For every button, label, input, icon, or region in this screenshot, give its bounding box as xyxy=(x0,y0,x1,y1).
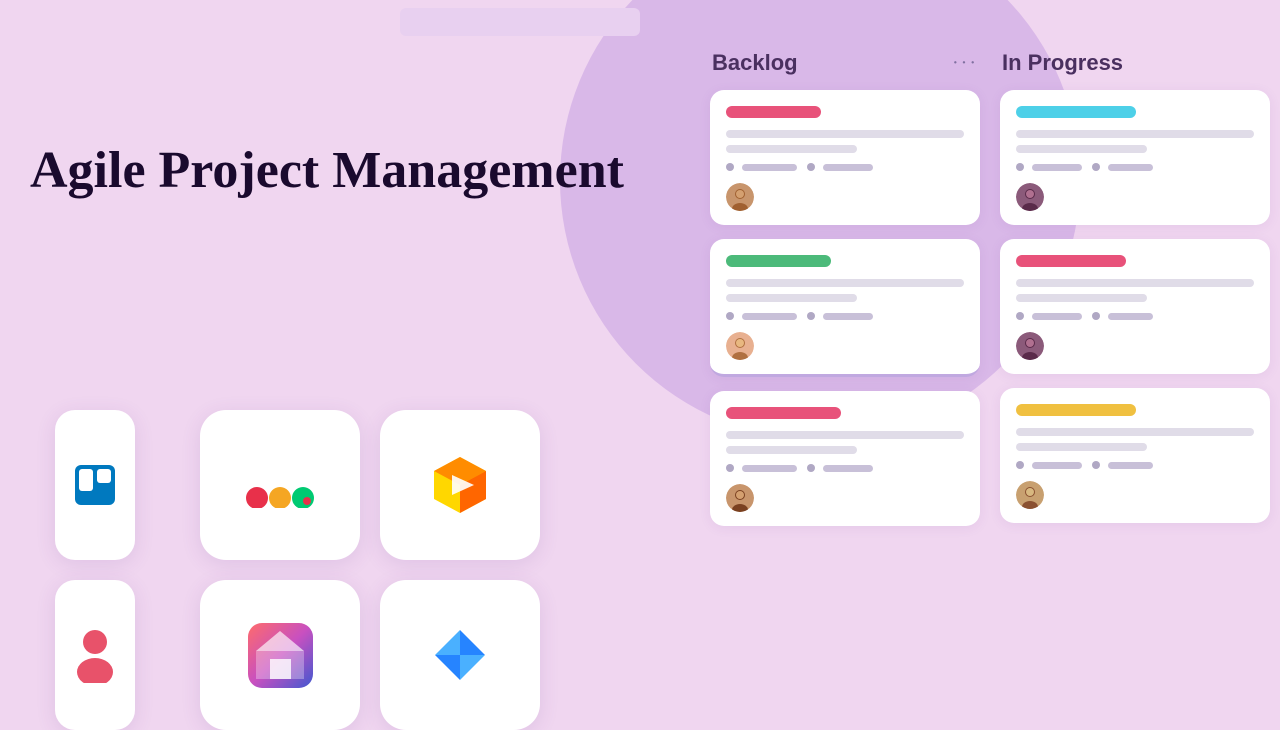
card-badges xyxy=(1016,312,1254,320)
backlog-header: Backlog ··· xyxy=(710,50,980,76)
card-line xyxy=(1016,279,1254,287)
badge-dot xyxy=(1016,312,1024,320)
card-line xyxy=(1016,443,1147,451)
box-app-card[interactable] xyxy=(380,410,540,560)
badge-text xyxy=(1108,462,1153,469)
badge-dot xyxy=(807,312,815,320)
card-footer xyxy=(726,332,964,360)
backlog-card-3[interactable] xyxy=(710,391,980,526)
inprogress-header: In Progress xyxy=(1000,50,1270,76)
card-line xyxy=(726,145,857,153)
badge-text xyxy=(742,164,797,171)
card-footer xyxy=(1016,332,1254,360)
person-app-card[interactable] xyxy=(55,580,135,730)
card-badges xyxy=(726,464,964,472)
trello-app-card[interactable] xyxy=(55,410,135,560)
person-icon xyxy=(73,628,118,683)
badge-dot xyxy=(1092,461,1100,469)
trello-icon xyxy=(75,465,115,505)
card-line xyxy=(726,294,857,302)
avatar xyxy=(1016,332,1044,360)
avatar xyxy=(726,183,754,211)
backlog-menu[interactable]: ··· xyxy=(952,52,978,75)
card-footer xyxy=(726,183,964,211)
badge-text xyxy=(823,313,873,320)
avatar xyxy=(1016,183,1044,211)
notion-icon xyxy=(248,623,313,688)
jira-icon xyxy=(430,625,490,685)
badge-text xyxy=(742,313,797,320)
card-badges xyxy=(726,312,964,320)
avatar xyxy=(1016,481,1044,509)
box-icon xyxy=(428,453,493,518)
badge-text xyxy=(742,465,797,472)
badge-text xyxy=(1032,313,1082,320)
card-line xyxy=(1016,145,1147,153)
card-line xyxy=(726,431,964,439)
card-line xyxy=(726,279,964,287)
badge-text xyxy=(1032,462,1082,469)
badge-dot xyxy=(726,312,734,320)
notion-app-card[interactable] xyxy=(200,580,360,730)
badge-dot xyxy=(1092,163,1100,171)
inprogress-card-2[interactable] xyxy=(1000,239,1270,374)
badge-dot xyxy=(1016,461,1024,469)
badge-text xyxy=(823,465,873,472)
badge-dot xyxy=(1092,312,1100,320)
inprogress-card-1[interactable] xyxy=(1000,90,1270,225)
monday-app-card[interactable] xyxy=(200,410,360,560)
card-tag xyxy=(726,255,831,267)
card-tag xyxy=(1016,404,1136,416)
backlog-card-1[interactable] xyxy=(710,90,980,225)
card-line xyxy=(1016,130,1254,138)
badge-dot xyxy=(726,464,734,472)
backlog-card-2[interactable] xyxy=(710,239,980,377)
card-tag xyxy=(1016,106,1136,118)
card-footer xyxy=(1016,183,1254,211)
search-bar[interactable] xyxy=(400,8,640,36)
card-footer xyxy=(726,484,964,512)
backlog-title: Backlog xyxy=(712,50,798,76)
card-tag xyxy=(1016,255,1126,267)
backlog-column: Backlog ··· xyxy=(700,50,990,730)
card-badges xyxy=(1016,461,1254,469)
card-line xyxy=(726,446,857,454)
badge-dot xyxy=(726,163,734,171)
card-tag xyxy=(726,407,841,419)
badge-dot xyxy=(807,163,815,171)
avatar xyxy=(726,332,754,360)
badge-text xyxy=(1108,164,1153,171)
badge-text xyxy=(1108,313,1153,320)
card-badges xyxy=(1016,163,1254,171)
jira-app-card[interactable] xyxy=(380,580,540,730)
badge-dot xyxy=(1016,163,1024,171)
badge-text xyxy=(1032,164,1082,171)
avatar xyxy=(726,484,754,512)
inprogress-title: In Progress xyxy=(1002,50,1123,76)
badge-text xyxy=(823,164,873,171)
card-badges xyxy=(726,163,964,171)
card-tag xyxy=(726,106,821,118)
card-line xyxy=(726,130,964,138)
page-title: Agile Project Management xyxy=(30,140,624,202)
card-line xyxy=(1016,428,1254,436)
card-footer xyxy=(1016,481,1254,509)
kanban-board: Backlog ··· xyxy=(700,50,1280,730)
card-line xyxy=(1016,294,1147,302)
monday-icon xyxy=(245,463,315,508)
badge-dot xyxy=(807,464,815,472)
app-icons-grid xyxy=(0,390,650,720)
inprogress-column: In Progress xyxy=(990,50,1280,730)
inprogress-card-3[interactable] xyxy=(1000,388,1270,523)
